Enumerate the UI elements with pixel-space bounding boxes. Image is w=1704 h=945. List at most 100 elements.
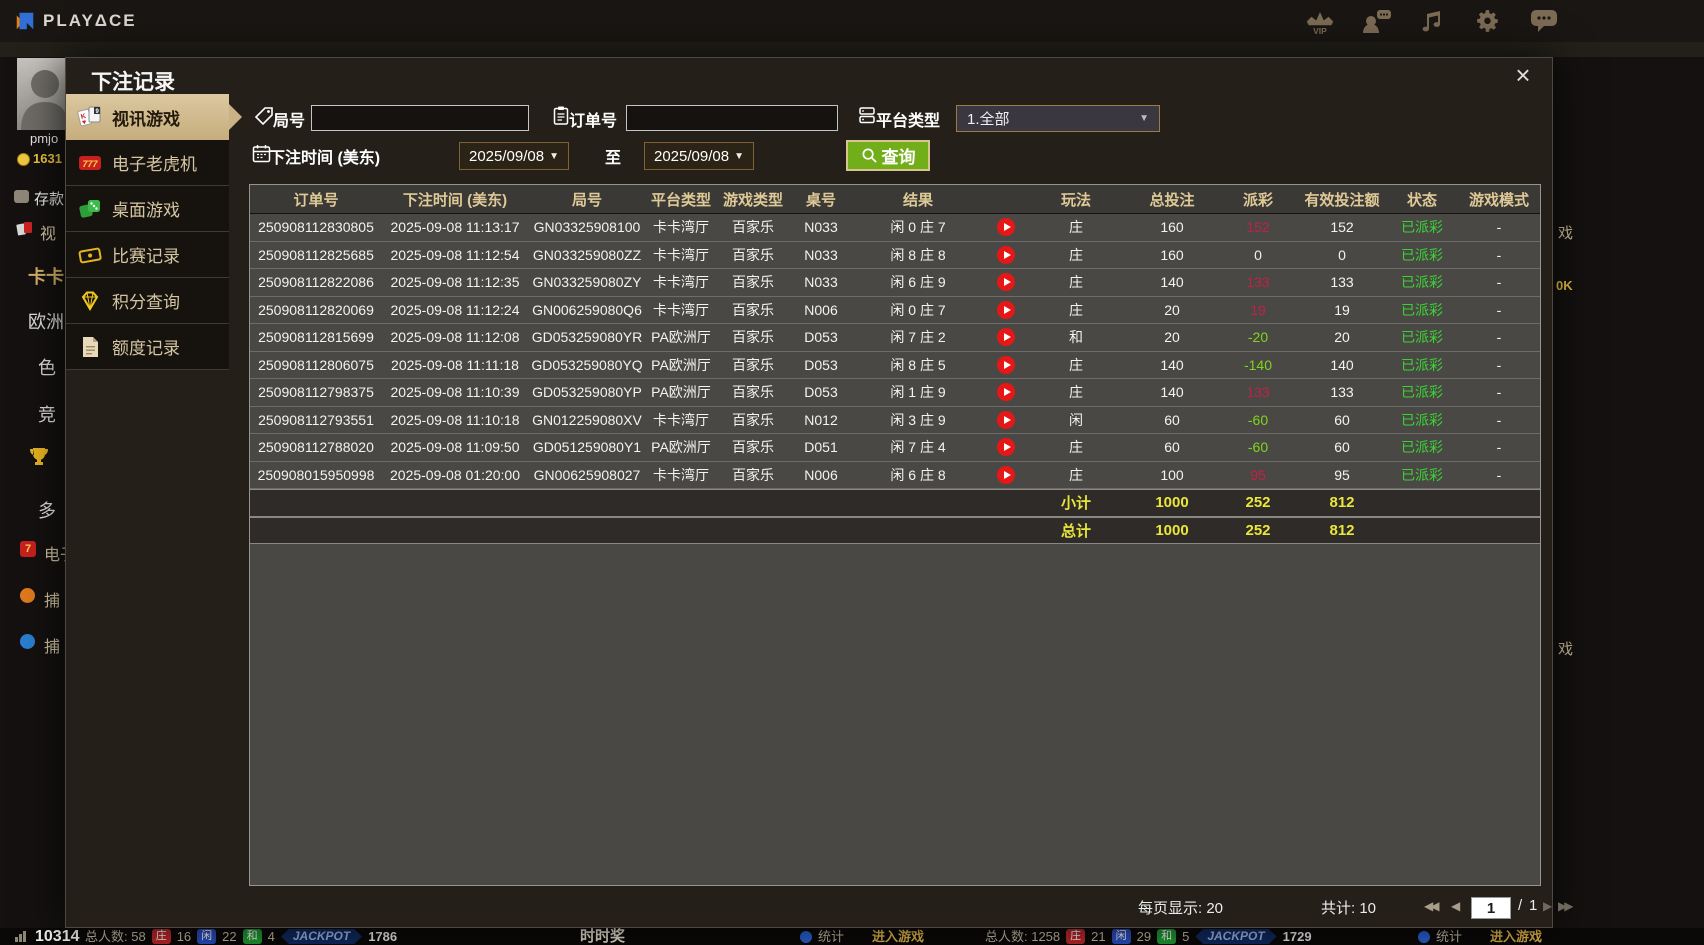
deposit-label[interactable]: 存款 <box>34 188 64 209</box>
stats-icon <box>800 930 812 943</box>
customer-service-icon[interactable] <box>1358 7 1394 35</box>
status-badge: 已派彩 <box>1401 384 1443 401</box>
stats-button[interactable]: 统计 <box>800 928 844 945</box>
banker-badge: 庄 <box>1066 929 1086 944</box>
round-id-cell: GN03325908100 <box>533 219 641 236</box>
music-icon[interactable] <box>1414 7 1450 35</box>
tab-video-games[interactable]: K ♥ 9 视讯游戏 <box>66 94 242 140</box>
tab-slots[interactable]: 777 电子老虎机 <box>66 140 229 186</box>
order-id-cell: 250908112798375 <box>258 384 374 401</box>
replay-play-icon[interactable] <box>997 383 1015 402</box>
enter-game-button[interactable]: 进入游戏 <box>1490 928 1542 945</box>
bet-time-cell: 2025-09-08 11:10:18 <box>390 411 520 428</box>
tab-table-games[interactable]: 桌面游戏 <box>66 186 229 232</box>
tab-points-query[interactable]: 积分查询 <box>66 278 229 324</box>
bet-time-cell: 2025-09-08 11:12:54 <box>390 246 520 263</box>
platform-cell: 卡卡湾厅 <box>653 246 709 263</box>
status-badge: 已派彩 <box>1401 356 1443 373</box>
replay-play-icon[interactable] <box>997 410 1015 429</box>
replay-play-icon[interactable] <box>997 438 1015 457</box>
table-no-cell: D053 <box>804 329 838 346</box>
order-id-cell: 250908112806075 <box>258 356 374 373</box>
stats-button[interactable]: 统计 <box>1418 928 1462 945</box>
enter-game-button[interactable]: 进入游戏 <box>872 928 924 945</box>
total-bet-cell: 140 <box>1160 356 1184 373</box>
date-from-picker[interactable]: 2025/09/08 ▼ <box>459 142 569 170</box>
page-separator: / <box>1518 897 1523 914</box>
bet-type-cell: 闲 <box>1069 411 1083 428</box>
column-header: 总投注 <box>1149 191 1195 209</box>
replay-play-icon[interactable] <box>997 328 1015 347</box>
replay-play-icon[interactable] <box>997 300 1015 319</box>
table-no-cell: N033 <box>804 274 838 291</box>
close-icon[interactable]: × <box>1508 60 1538 91</box>
order-input[interactable] <box>626 105 838 131</box>
result-cell: 闲 6 庄 8 <box>890 466 946 483</box>
bet-time-cell: 2025-09-08 11:09:50 <box>390 439 520 456</box>
next-page-icon[interactable]: ▶ <box>1543 899 1552 913</box>
subtotal-valid-bet: 812 <box>1329 494 1355 512</box>
platform-label: 平台类型 <box>876 113 941 130</box>
nav-fragment[interactable]: 欧洲 <box>28 308 64 334</box>
nav-fragment[interactable]: 竞 <box>38 401 56 427</box>
grand-total-label: 总计 <box>1060 522 1091 540</box>
tie-count: 4 <box>267 929 275 944</box>
trophy-icon[interactable] <box>28 446 50 471</box>
tag-icon <box>254 107 273 126</box>
replay-play-icon[interactable] <box>997 218 1015 237</box>
settings-gear-icon[interactable] <box>1470 7 1506 35</box>
search-icon <box>862 148 877 163</box>
banker-count: 21 <box>1091 929 1106 944</box>
total-bet-cell: 100 <box>1160 466 1184 483</box>
vip-icon[interactable]: VIP <box>1302 7 1338 35</box>
subtotal-payout: 252 <box>1245 494 1271 512</box>
nav-fragment[interactable]: 色 <box>38 354 56 380</box>
nav-fragment[interactable]: 多 <box>38 497 56 523</box>
valid-bet-cell: 140 <box>1330 356 1354 373</box>
grand-total-valid-bet: 812 <box>1329 521 1355 539</box>
replay-play-icon[interactable] <box>997 355 1015 374</box>
order-id-cell: 250908112815699 <box>258 329 374 346</box>
nav-fragment[interactable]: 卡卡 <box>28 263 64 289</box>
replay-play-icon[interactable] <box>997 465 1015 484</box>
nav-fragment[interactable]: 捕 <box>44 633 60 657</box>
column-header: 订单号 <box>293 191 339 209</box>
nav-fragment[interactable]: 视 <box>40 220 56 244</box>
nav-fragment[interactable]: 捕 <box>44 587 60 611</box>
game-type-cell: 百家乐 <box>732 246 774 263</box>
table-row: 250908112798375 2025-09-08 11:10:39 GD05… <box>250 379 1540 407</box>
round-input[interactable] <box>311 105 529 131</box>
first-page-icon[interactable]: ◀◀ <box>1424 899 1440 913</box>
playace-logo-icon <box>16 12 34 30</box>
query-button[interactable]: 查询 <box>846 140 930 171</box>
right-fragment: 戏 <box>1558 225 1574 242</box>
order-id-cell: 250908112793551 <box>258 411 374 428</box>
prev-page-icon[interactable]: ◀ <box>1451 899 1460 913</box>
payout-cell: 152 <box>1246 219 1270 236</box>
bet-type-cell: 和 <box>1069 329 1083 346</box>
table-no-cell: N006 <box>804 301 838 318</box>
replay-play-icon[interactable] <box>997 273 1015 292</box>
replay-play-icon[interactable] <box>997 245 1015 264</box>
round-id-cell: GN033259080ZY <box>532 274 642 291</box>
messages-icon[interactable] <box>1526 7 1562 35</box>
platform-select[interactable]: 1.全部 ▼ <box>956 105 1160 132</box>
bet-records-table: 订单号 下注时间 (美东) 局号 平台类型 游戏类型 桌号 结果 玩法 总投注 … <box>249 184 1541 886</box>
pagination: 每页显示: 20 共计: 10 ◀◀ ◀ 1 / 1 ▶ ▶▶ <box>66 891 1574 925</box>
order-id-cell: 250908112788020 <box>258 439 374 456</box>
date-to-picker[interactable]: 2025/09/08 ▼ <box>644 142 754 170</box>
page-input[interactable]: 1 <box>1471 897 1511 919</box>
valid-bet-cell: 0 <box>1338 246 1346 263</box>
lobby-strip <box>0 42 1704 57</box>
tab-quota-records[interactable]: 额度记录 <box>66 324 229 370</box>
deposit-icon <box>14 190 29 203</box>
round-id-cell: GD051259080Y1 <box>532 439 642 456</box>
tab-match-records[interactable]: 比赛记录 <box>66 232 229 278</box>
payout-cell: 133 <box>1246 274 1270 291</box>
subtotal-total-bet: 1000 <box>1155 494 1189 512</box>
last-page-icon[interactable]: ▶▶ <box>1558 899 1574 913</box>
fishing-nav-icon <box>20 588 35 603</box>
bet-type-cell: 庄 <box>1069 301 1083 318</box>
page-total: 1 <box>1529 897 1538 914</box>
round-id-cell: GD053259080YP <box>532 384 642 401</box>
